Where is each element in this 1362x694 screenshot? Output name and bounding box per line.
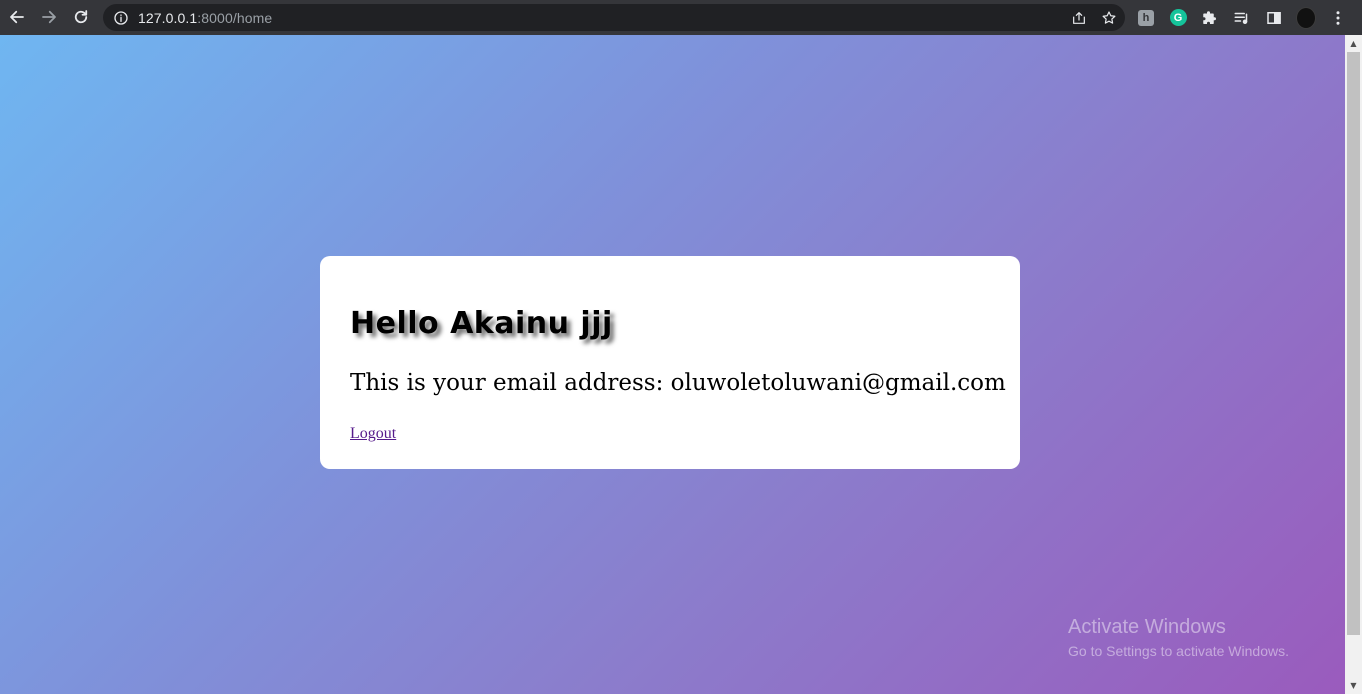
reading-list-button[interactable]: [1232, 8, 1252, 28]
scroll-down-arrow-icon[interactable]: ▼: [1345, 677, 1362, 694]
watermark-title: Activate Windows: [1068, 616, 1226, 638]
star-icon[interactable]: [1101, 10, 1117, 26]
scrollbar-thumb[interactable]: [1347, 52, 1360, 635]
grammarly-icon: G: [1169, 9, 1187, 26]
extension-h-icon: h: [1138, 9, 1154, 26]
vertical-scrollbar[interactable]: ▲ ▼: [1345, 35, 1362, 694]
watermark-subtitle: Go to Settings to activate Windows.: [1068, 643, 1289, 659]
reload-button[interactable]: [65, 1, 97, 33]
browser-toolbar: 127.0.0.1:8000/home h G: [0, 0, 1362, 35]
reading-list-icon: [1234, 12, 1248, 24]
avatar: [1296, 6, 1316, 29]
forward-button[interactable]: [33, 1, 65, 33]
share-icon[interactable]: [1071, 10, 1087, 26]
email-address-text: This is your email address: oluwoletoluw…: [350, 370, 1006, 396]
extension-h-button[interactable]: h: [1136, 8, 1156, 28]
url-text[interactable]: 127.0.0.1:8000/home: [138, 10, 272, 26]
omnibox-actions: [1071, 4, 1117, 31]
profile-button[interactable]: [1296, 6, 1316, 29]
arrow-left-icon: [10, 10, 24, 24]
greeting-heading: Hello Akainu jjj: [350, 306, 613, 341]
windows-activation-watermark: Activate Windows Go to Settings to activ…: [1068, 616, 1289, 659]
kebab-menu-icon: [1336, 10, 1340, 25]
grammarly-extension-button[interactable]: G: [1168, 8, 1188, 28]
reload-icon: [74, 10, 88, 24]
info-icon[interactable]: [113, 10, 129, 26]
welcome-card: Hello Akainu jjj This is your email addr…: [320, 256, 1020, 469]
scroll-up-arrow-icon[interactable]: ▲: [1345, 35, 1362, 52]
side-panel-icon: [1267, 11, 1281, 24]
side-panel-button[interactable]: [1264, 8, 1284, 28]
arrow-right-icon: [42, 10, 56, 24]
extensions-area: h G: [1136, 4, 1348, 31]
address-bar[interactable]: 127.0.0.1:8000/home: [103, 4, 1125, 31]
logout-link[interactable]: Logout: [350, 425, 396, 443]
url-path: :8000/home: [197, 9, 273, 26]
extensions-button[interactable]: [1200, 8, 1220, 28]
url-host: 127.0.0.1: [138, 9, 198, 26]
browser-menu-button[interactable]: [1328, 8, 1348, 28]
page-viewport: Hello Akainu jjj This is your email addr…: [0, 35, 1345, 694]
back-button[interactable]: [1, 1, 33, 33]
puzzle-icon: [1203, 10, 1216, 24]
